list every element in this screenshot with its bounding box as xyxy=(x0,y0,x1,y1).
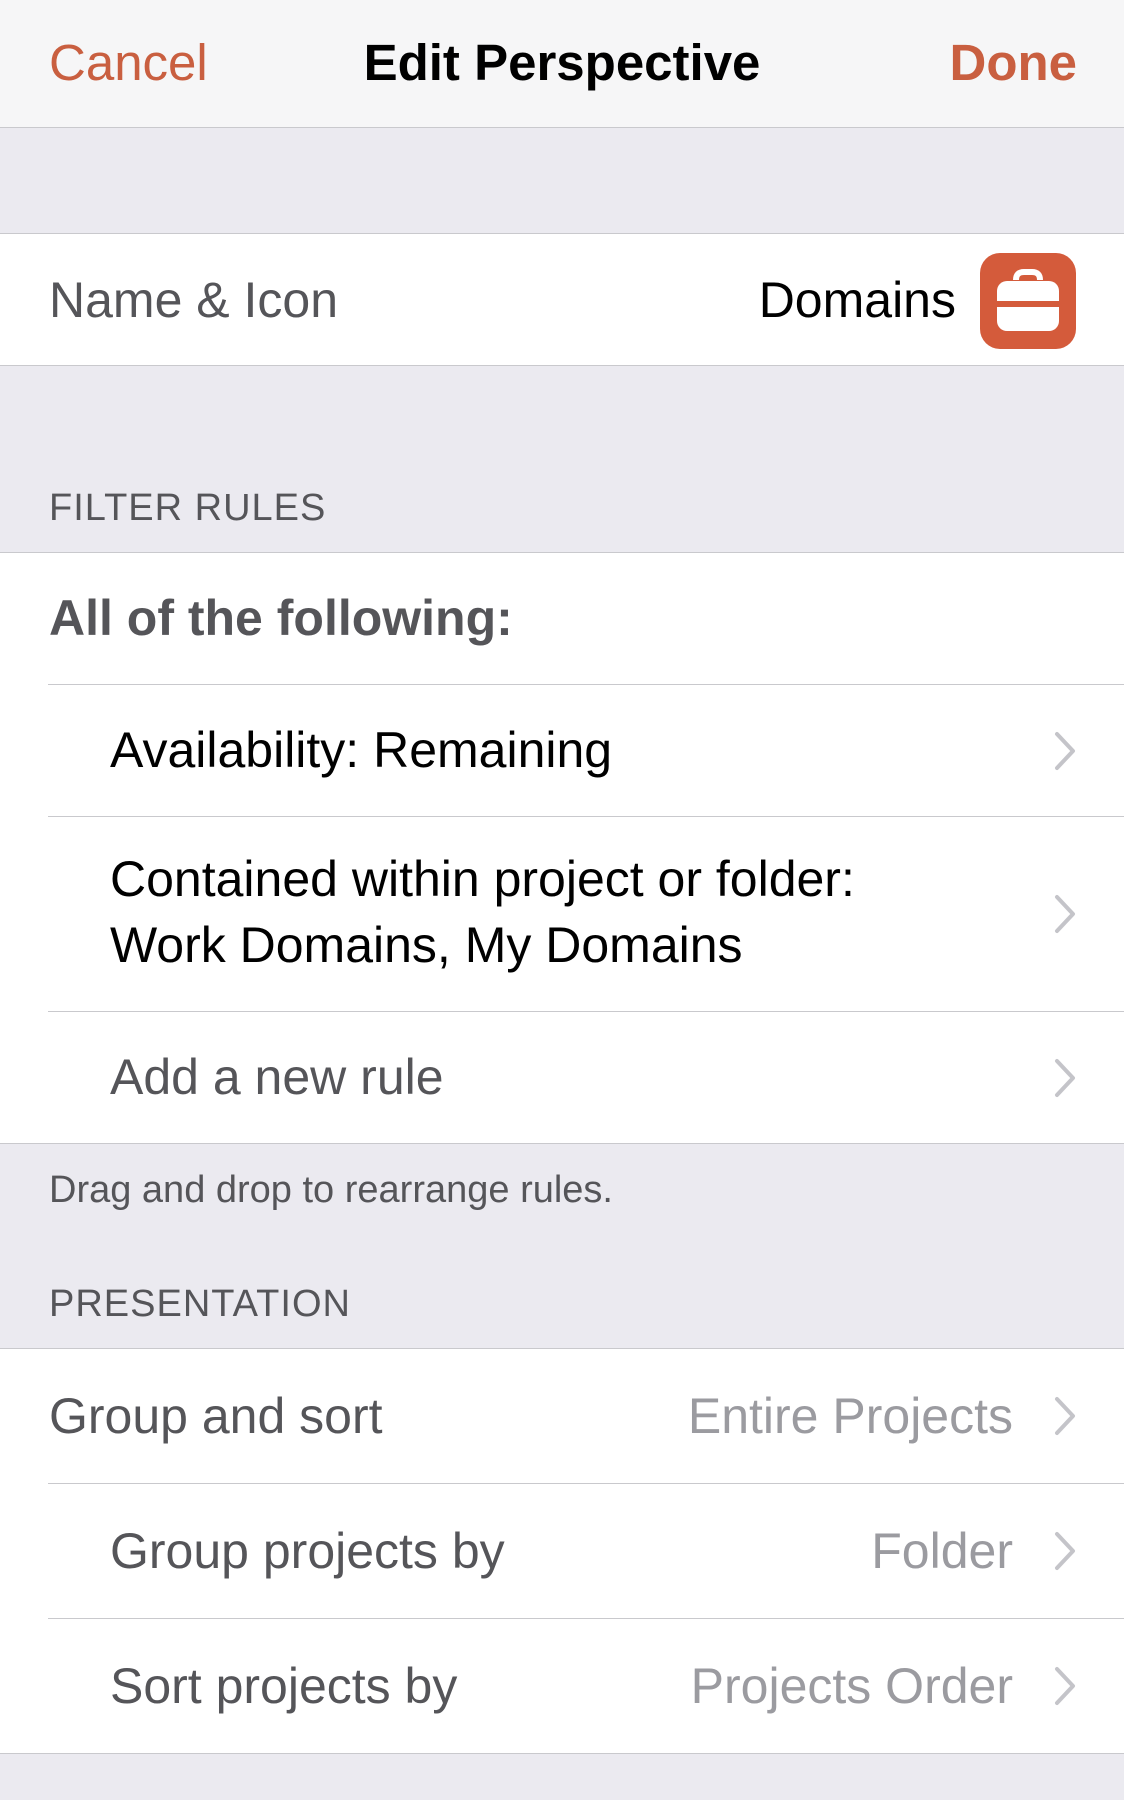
rule-mode-label: All of the following: xyxy=(49,590,513,646)
filter-rules-group: All of the following: Availability: Rema… xyxy=(0,552,1124,1144)
rule-contained-line2: Work Domains, My Domains xyxy=(110,917,743,973)
chevron-right-icon xyxy=(1055,1397,1075,1435)
chevron-right-icon xyxy=(1055,895,1075,933)
chevron-right-icon xyxy=(1055,1532,1075,1570)
sort-projects-by-label: Sort projects by xyxy=(110,1658,458,1714)
done-button[interactable]: Done xyxy=(950,32,1078,94)
briefcase-icon[interactable] xyxy=(980,253,1076,349)
rule-availability[interactable]: Availability: Remaining xyxy=(0,685,1124,816)
add-rule-label: Add a new rule xyxy=(110,1049,444,1105)
group-projects-by-value: Folder xyxy=(871,1523,1013,1579)
add-rule-row[interactable]: Add a new rule xyxy=(0,1012,1124,1143)
perspective-name-value: Domains xyxy=(758,272,956,328)
sort-projects-by-row[interactable]: Sort projects by Projects Order xyxy=(0,1619,1124,1753)
name-icon-row[interactable]: Name & Icon Domains xyxy=(0,233,1124,366)
presentation-group: Group and sort Entire Projects Group pro… xyxy=(0,1348,1124,1754)
group-and-sort-row[interactable]: Group and sort Entire Projects xyxy=(0,1349,1124,1483)
chevron-right-icon xyxy=(1055,732,1075,770)
navigation-bar: Cancel Edit Perspective Done xyxy=(0,0,1124,128)
rule-contained-within[interactable]: Contained within project or folder: Work… xyxy=(0,817,1124,1011)
group-projects-by-label: Group projects by xyxy=(110,1523,505,1579)
rule-contained-line1: Contained within project or folder: xyxy=(110,851,855,907)
rule-availability-label: Availability: Remaining xyxy=(110,722,613,778)
rule-mode-row[interactable]: All of the following: xyxy=(0,553,1124,684)
group-and-sort-label: Group and sort xyxy=(49,1388,383,1444)
group-and-sort-value: Entire Projects xyxy=(687,1388,1013,1444)
filter-rules-header: FILTER RULES xyxy=(49,487,327,529)
chevron-right-icon xyxy=(1055,1059,1075,1097)
sort-projects-by-value: Projects Order xyxy=(690,1658,1013,1714)
filter-rules-footer: Drag and drop to rearrange rules. xyxy=(49,1169,613,1211)
group-projects-by-row[interactable]: Group projects by Folder xyxy=(0,1484,1124,1618)
chevron-right-icon xyxy=(1055,1667,1075,1705)
presentation-header: PRESENTATION xyxy=(49,1283,351,1325)
name-icon-label: Name & Icon xyxy=(49,272,339,328)
